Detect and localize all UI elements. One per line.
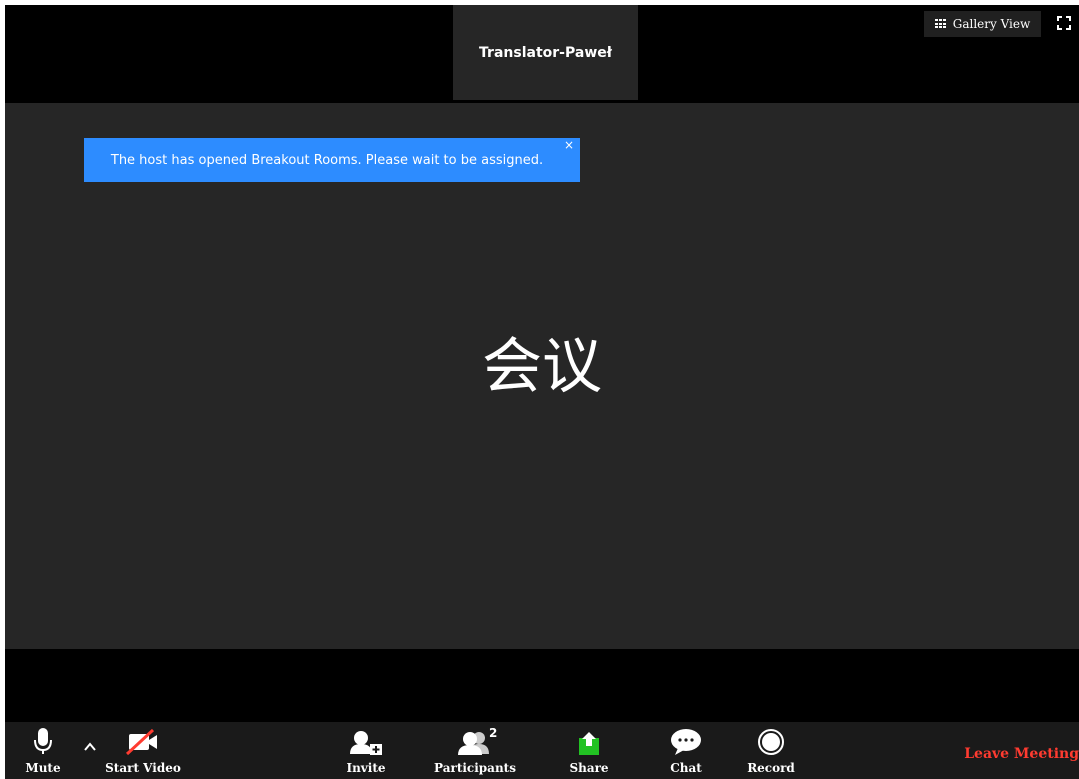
- share-icon: [579, 732, 599, 755]
- mute-button[interactable]: Mute: [25, 722, 61, 779]
- share-label: Share: [569, 761, 609, 775]
- breakout-notification-banner: The host has opened Breakout Rooms. Plea…: [84, 138, 580, 182]
- participants-icon: [458, 732, 489, 755]
- record-label: Record: [747, 761, 795, 775]
- chat-label: Chat: [670, 761, 702, 775]
- chevron-up-icon: [84, 742, 96, 751]
- meeting-window: Translator-Paweł Gallery View The host h…: [5, 5, 1079, 779]
- gallery-view-label: Gallery View: [952, 17, 1031, 31]
- video-off-icon: [125, 728, 157, 756]
- invite-label: Invite: [346, 761, 386, 775]
- leave-meeting-button[interactable]: Leave Meeting: [964, 746, 1079, 762]
- start-video-button[interactable]: Start Video: [105, 722, 181, 779]
- mute-label: Mute: [25, 761, 61, 775]
- record-button[interactable]: Record: [747, 722, 795, 779]
- filmstrip-gap: [5, 649, 1079, 722]
- fullscreen-button[interactable]: [1057, 16, 1071, 30]
- chat-button[interactable]: Chat: [668, 722, 704, 779]
- share-button[interactable]: Share: [569, 722, 609, 779]
- meeting-title: 会议: [482, 332, 602, 402]
- audio-options-button[interactable]: [83, 740, 97, 752]
- top-strip: Translator-Paweł Gallery View: [5, 5, 1079, 103]
- participants-count-badge: 2: [489, 726, 498, 740]
- invite-button[interactable]: Invite: [346, 722, 386, 779]
- start-video-label: Start Video: [105, 761, 181, 775]
- microphone-icon: [34, 728, 52, 754]
- gallery-view-button[interactable]: Gallery View: [924, 11, 1041, 37]
- meeting-toolbar: Mute Start Video Invite Participants 2 S…: [5, 722, 1079, 779]
- banner-close-button[interactable]: ×: [564, 139, 574, 151]
- participants-button[interactable]: Participants: [434, 722, 516, 779]
- fullscreen-icon: [1057, 16, 1071, 30]
- main-video-area: The host has opened Breakout Rooms. Plea…: [5, 103, 1079, 649]
- participant-thumbnail[interactable]: Translator-Paweł: [453, 5, 638, 100]
- record-icon: [758, 729, 784, 755]
- grid-icon: [934, 19, 947, 29]
- invite-icon: [350, 731, 382, 755]
- chat-icon: [671, 729, 701, 755]
- participant-name: Translator-Paweł: [479, 44, 612, 61]
- participants-label: Participants: [434, 761, 516, 775]
- banner-message: The host has opened Breakout Rooms. Plea…: [110, 152, 544, 168]
